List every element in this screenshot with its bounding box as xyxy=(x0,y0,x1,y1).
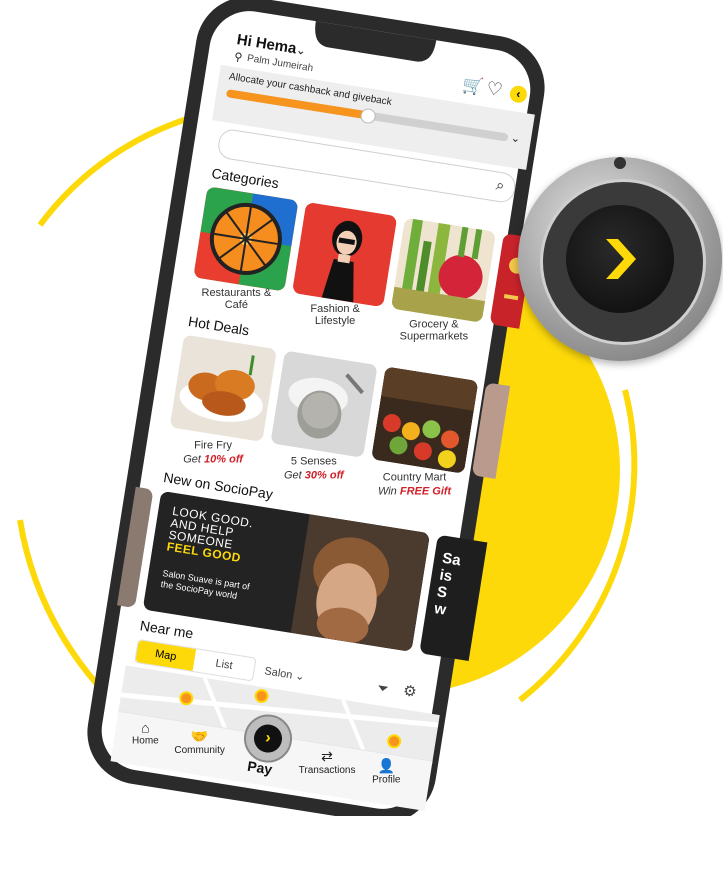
category-fashion[interactable] xyxy=(292,201,398,308)
deal-offer: 10% off xyxy=(204,453,243,466)
category-label-grocery: Grocery & Supermarkets xyxy=(386,318,482,342)
search-icon: ⌕ xyxy=(494,176,506,195)
categories-title: Categories xyxy=(210,164,280,192)
vegetables-illustration-image xyxy=(390,217,497,323)
person-icon: 👤 xyxy=(377,757,396,774)
deal-label-5-senses: 5 Senses Get 30% off xyxy=(263,454,365,482)
nav-label: Home xyxy=(132,735,159,747)
settings-gear-icon[interactable]: ⚙ xyxy=(402,681,418,701)
nav-label: Community xyxy=(174,744,225,756)
nav-label: Transactions xyxy=(298,765,356,777)
chevron-down-icon: ⌄ xyxy=(294,670,306,684)
fried-chicken-image xyxy=(169,334,278,442)
transfer-arrows-icon: ⇄ xyxy=(321,748,333,765)
category-label-fashion: Fashion & Lifestyle xyxy=(287,303,383,327)
hot-deals-title: Hot Deals xyxy=(187,313,251,339)
badge-notch xyxy=(614,157,626,169)
handshake-icon: 🤝 xyxy=(190,727,209,744)
deal-name: 5 Senses xyxy=(290,455,337,468)
near-me-title: Near me xyxy=(138,617,195,642)
deal-country-mart[interactable] xyxy=(370,366,479,474)
category-label-restaurants: Restaurants & Café xyxy=(188,287,284,311)
orange-slice-image xyxy=(193,186,299,292)
nav-transactions[interactable]: ⇄ Transactions xyxy=(295,748,359,776)
deal-prefix: Get xyxy=(183,453,201,466)
category-label-line: Fashion & xyxy=(310,302,360,315)
location-pin-icon: ⚲ xyxy=(233,50,244,65)
market-stall-image xyxy=(370,366,479,474)
category-restaurants[interactable] xyxy=(193,186,299,292)
category-grocery[interactable] xyxy=(390,217,497,323)
tab-list[interactable]: List xyxy=(193,649,256,680)
spa-facial-image xyxy=(270,350,378,458)
deal-5-senses[interactable] xyxy=(270,350,378,458)
banner-next-peek[interactable]: Sa is S w xyxy=(419,534,488,661)
filter-funnel-icon[interactable]: ⏷ xyxy=(376,679,390,698)
home-icon: ⌂ xyxy=(141,719,150,736)
fashion-illustration-image xyxy=(292,201,398,308)
chevron-right-icon xyxy=(606,239,636,279)
deal-name: Country Mart xyxy=(382,471,447,484)
deal-fire-fry[interactable] xyxy=(169,334,278,442)
deal-prefix: Get xyxy=(283,469,302,482)
nav-home[interactable]: ⌂ Home xyxy=(127,719,163,746)
deal-label-country-mart: Country Mart Win FREE Gift xyxy=(364,470,466,498)
category-label-line: Grocery & xyxy=(409,318,459,331)
deal-offer: 30% off xyxy=(304,469,344,482)
nav-label: Profile xyxy=(372,774,401,786)
category-label-line: Lifestyle xyxy=(314,314,356,327)
deal-name: Fire Fry xyxy=(194,439,233,452)
nav-profile[interactable]: 👤 Profile xyxy=(364,757,408,785)
tab-map[interactable]: Map xyxy=(135,640,197,671)
category-label-line: Café xyxy=(224,299,248,312)
pay-badge-large xyxy=(518,157,722,361)
filter-label: Salon xyxy=(263,665,294,682)
heart-icon[interactable]: ♡ xyxy=(485,78,504,101)
deal-label-fire-fry: Fire Fry Get 10% off xyxy=(162,438,264,466)
back-icon[interactable]: ‹ xyxy=(508,84,529,104)
category-label-line: Restaurants & xyxy=(201,287,272,300)
deal-offer: FREE Gift xyxy=(399,485,452,498)
cart-icon[interactable]: 🛒 xyxy=(461,75,485,98)
deal-more[interactable] xyxy=(471,382,511,479)
chevron-down-icon[interactable]: ⌄ xyxy=(295,43,307,58)
pay-badge-core xyxy=(566,205,674,313)
category-label-line: Supermarkets xyxy=(399,330,469,343)
phone-screen: Hi Hema ⌄ ⚲ Palm Jumeirah 🛒 ♡ ‹ Allocate… xyxy=(0,0,723,875)
nav-community[interactable]: 🤝 Community xyxy=(173,728,227,756)
deal-prefix: Win xyxy=(377,485,397,498)
pay-chevron-icon: › xyxy=(251,722,285,755)
greeting: Hi Hema xyxy=(235,31,298,58)
filter-dropdown[interactable]: Salon ⌄ xyxy=(264,664,306,683)
